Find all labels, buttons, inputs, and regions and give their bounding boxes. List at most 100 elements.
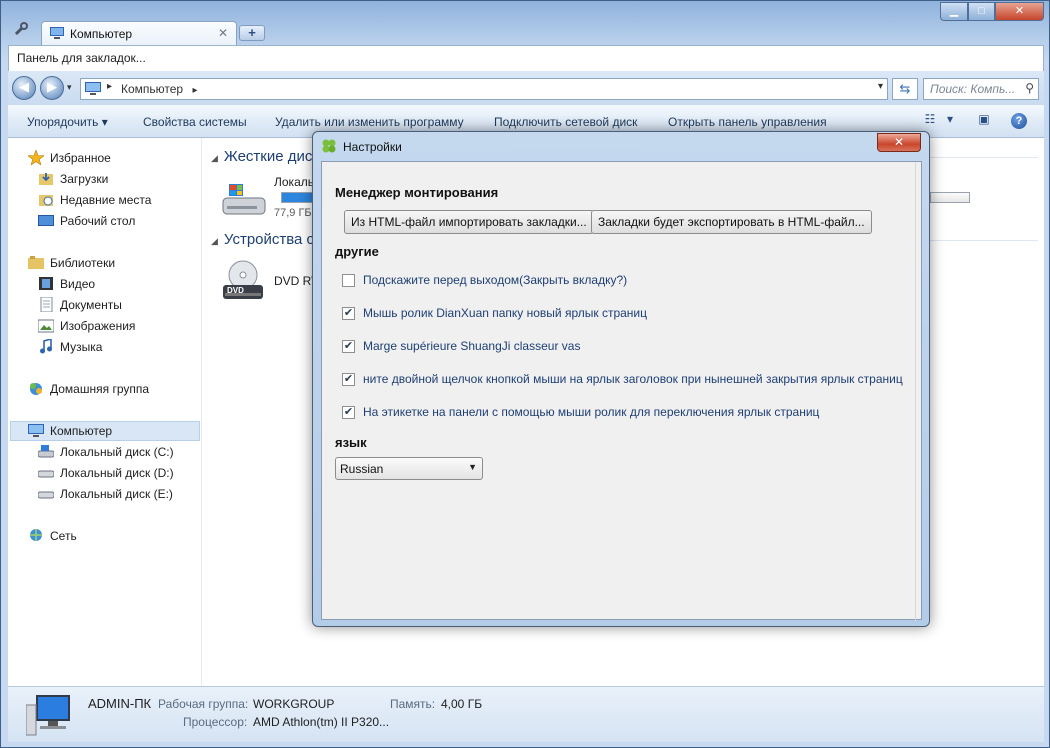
computer-icon <box>85 82 101 95</box>
cpu-label: Процессор: <box>183 715 248 729</box>
computer-name: ADMIN-ПК <box>88 696 152 711</box>
nav-item-documents[interactable]: Документы <box>38 295 122 315</box>
nav-item-video[interactable]: Видео <box>38 274 95 294</box>
new-tab-button[interactable]: + <box>239 25 265 41</box>
nav-item-favorites[interactable]: Избранное <box>27 148 111 168</box>
drive-usage-bar-end <box>930 192 970 203</box>
forward-button[interactable]: ▶ <box>40 76 64 100</box>
option-double-click-close-tab[interactable]: ✔ ните двойной щелчок кнопкой мыши на яр… <box>342 372 903 390</box>
checkbox-top-margin-double-click[interactable]: ✔ <box>342 340 355 353</box>
nav-item-disk-d[interactable]: Локальный диск (D:) <box>37 463 174 483</box>
dvd-badge: DVD <box>227 286 244 295</box>
video-icon <box>38 276 54 291</box>
language-select[interactable]: Russian ▼ <box>335 457 483 480</box>
option-top-margin-double-click[interactable]: ✔ Marge supérieure ShuangJi classeur vas <box>342 339 580 357</box>
tab-title: Компьютер <box>70 27 133 41</box>
export-bookmarks-button[interactable]: Закладки будет экспортировать в HTML-фай… <box>591 210 872 234</box>
search-icon[interactable]: ⚲ <box>1025 81 1034 95</box>
uninstall-program-button[interactable]: Удалить или изменить программу <box>275 115 464 129</box>
nav-item-music[interactable]: Музыка <box>38 337 102 357</box>
settings-dialog: Настройки ✕ Менеджер монтирования Из HTM… <box>312 131 930 627</box>
nav-item-network[interactable]: Сеть <box>28 526 77 546</box>
system-drive-icon[interactable] <box>221 180 267 218</box>
option-wheel-switch-tabs[interactable]: ✔ На этикетке на панели с помощью мыши р… <box>342 405 819 423</box>
view-dropdown-icon[interactable]: ▾ <box>940 112 960 130</box>
maximize-button[interactable]: □ <box>968 2 995 21</box>
nav-item-disk-c[interactable]: Локальный диск (C:) <box>37 442 174 462</box>
downloads-folder-icon <box>38 171 54 186</box>
desktop-icon <box>38 213 54 228</box>
workgroup-value: WORKGROUP <box>253 697 335 711</box>
bookmarks-bar-text: Панель для закладок... <box>17 51 146 65</box>
section-title-other: другие <box>335 244 379 259</box>
window-controls: ▁ □ ✕ <box>940 2 1044 22</box>
clover-icon <box>321 138 337 154</box>
open-control-panel-button[interactable]: Открыть панель управления <box>668 115 827 129</box>
group-header-removable[interactable]: ◢ Устройства с <box>211 231 314 248</box>
refresh-button[interactable]: ⇆ <box>892 78 918 100</box>
nav-item-libraries[interactable]: Библиотеки <box>28 253 115 273</box>
help-icon[interactable]: ? <box>1011 113 1027 129</box>
collapse-triangle-icon: ◢ <box>211 153 218 163</box>
option-middle-click-new-tab[interactable]: ✔ Мышь ролик DianXuan папку новый ярлык … <box>342 306 647 324</box>
checkbox-middle-click-new-tab[interactable]: ✔ <box>342 307 355 320</box>
tab-close-icon[interactable]: ✕ <box>218 26 228 40</box>
section-title-language: язык <box>335 435 367 450</box>
explorer-window: Компьютер ✕ + ▁ □ ✕ Панель для закладок.… <box>0 0 1050 748</box>
homegroup-icon <box>28 381 44 396</box>
dialog-close-button[interactable]: ✕ <box>877 133 921 152</box>
group-divider <box>923 157 1038 158</box>
dialog-body: Менеджер монтирования Из HTML-файл импор… <box>321 161 922 621</box>
arrow-right-icon: ▶ <box>47 79 57 94</box>
checkbox-wheel-switch-tabs[interactable]: ✔ <box>342 406 355 419</box>
nav-item-downloads[interactable]: Загрузки <box>38 169 108 189</box>
drive-usage-bar <box>281 192 313 203</box>
details-pane: ADMIN-ПК Рабочая группа: WORKGROUP Памят… <box>8 686 1044 742</box>
nav-item-images[interactable]: Изображения <box>37 316 135 336</box>
cpu-value: AMD Athlon(tm) II P320... <box>253 715 390 729</box>
music-icon <box>38 337 54 354</box>
refresh-icon: ⇆ <box>899 81 911 96</box>
chevron-down-icon: ▼ <box>468 462 477 472</box>
browser-tab-computer[interactable]: Компьютер ✕ <box>41 21 237 46</box>
system-drive-icon <box>37 444 55 459</box>
star-icon <box>27 149 45 166</box>
breadcrumb-separator-icon[interactable]: ▸ <box>192 85 197 96</box>
minimize-button[interactable]: ▁ <box>940 2 968 21</box>
back-button[interactable]: ◀ <box>12 76 36 100</box>
nav-item-homegroup[interactable]: Домашняя группа <box>28 379 149 399</box>
nav-item-recent-places[interactable]: Недавние места <box>38 190 151 210</box>
drive-c-free-space: 77,9 ГБ <box>274 207 312 219</box>
computer-large-icon <box>25 693 72 737</box>
close-window-button[interactable]: ✕ <box>995 2 1044 21</box>
libraries-icon <box>28 255 44 270</box>
computer-icon <box>28 423 44 438</box>
workgroup-label: Рабочая группа: <box>158 697 249 711</box>
breadcrumb-separator-icon[interactable]: ▸ <box>107 81 112 92</box>
dialog-title: Настройки <box>343 140 402 154</box>
dvd-drive-icon[interactable]: DVD <box>221 259 267 299</box>
history-dropdown-icon[interactable]: ▾ <box>67 82 72 93</box>
recent-places-icon <box>38 192 54 207</box>
nav-item-disk-e[interactable]: Локальный диск (E:) <box>37 484 173 504</box>
nav-item-computer[interactable]: Компьютер <box>28 421 112 441</box>
address-row: ◀ ▶ ▾ ▸ Компьютер ▸ ▾ ⇆ Поиск: Компь... … <box>8 71 1044 105</box>
nav-item-desktop[interactable]: Рабочий стол <box>38 211 135 231</box>
search-box[interactable]: Поиск: Компь... ⚲ <box>923 78 1039 100</box>
address-dropdown-icon[interactable]: ▾ <box>878 81 883 92</box>
organize-button[interactable]: Упорядочить ▾ <box>27 115 108 129</box>
checkbox-confirm-exit[interactable] <box>342 274 355 287</box>
checkbox-double-click-close-tab[interactable]: ✔ <box>342 373 355 386</box>
option-confirm-exit[interactable]: Подскажите перед выходом(Закрыть вкладку… <box>342 273 627 291</box>
import-bookmarks-button[interactable]: Из HTML-файл импортировать закладки... <box>344 210 594 234</box>
preview-pane-icon[interactable]: ▣ <box>974 112 994 130</box>
address-bar[interactable]: ▸ Компьютер ▸ ▾ <box>80 78 888 100</box>
bookmarks-bar[interactable]: Панель для закладок... <box>8 45 1044 71</box>
system-properties-button[interactable]: Свойства системы <box>143 115 247 129</box>
map-network-drive-button[interactable]: Подключить сетевой диск <box>494 115 637 129</box>
drive-c-label[interactable]: Локаль <box>274 175 314 189</box>
wrench-icon[interactable] <box>13 21 31 37</box>
group-header-hard-drives[interactable]: ◢ Жесткие диск <box>211 148 319 165</box>
view-options-icon[interactable]: ☷ <box>920 112 940 130</box>
breadcrumb-computer[interactable]: Компьютер <box>121 82 183 96</box>
